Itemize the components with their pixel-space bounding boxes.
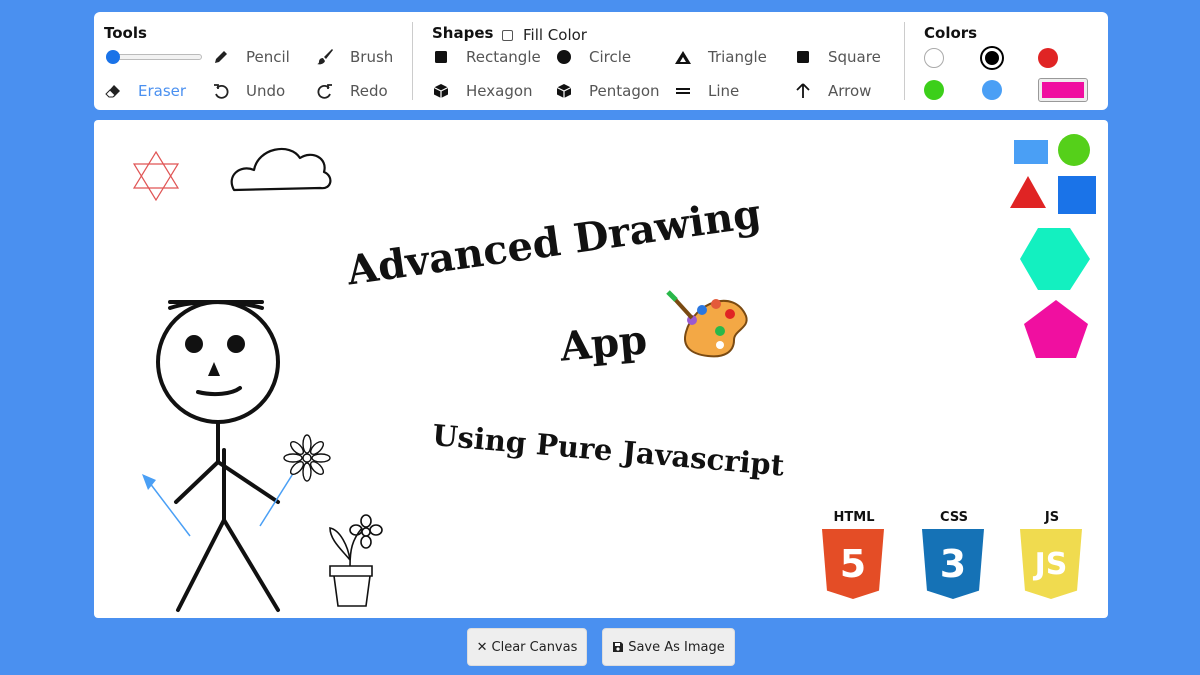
- undo-icon: [212, 82, 230, 100]
- drawing-canvas[interactable]: Advanced Drawing App Using Pure Javascri…: [94, 120, 1108, 618]
- tool-label: Brush: [350, 48, 394, 66]
- arrow-up-icon: [794, 82, 812, 100]
- badge-label: HTML: [833, 510, 875, 525]
- hexagon-icon: [432, 82, 450, 100]
- shape-triangle[interactable]: Triangle: [674, 48, 767, 66]
- shape-label: Arrow: [828, 82, 872, 100]
- tools-title: Tools: [104, 24, 147, 42]
- tool-label: Pencil: [246, 48, 290, 66]
- fill-color-toggle[interactable]: Fill Color: [502, 26, 587, 44]
- js-badge: JS JS: [1020, 510, 1084, 599]
- save-image-button[interactable]: Save As Image: [602, 628, 735, 666]
- shape-label: Pentagon: [589, 82, 660, 100]
- shape-circle[interactable]: Circle: [555, 48, 631, 66]
- divider: [412, 22, 413, 100]
- rectangle-icon: [432, 48, 450, 66]
- shape-line[interactable]: Line: [674, 82, 739, 100]
- shape-label: Hexagon: [466, 82, 533, 100]
- html5-logo-icon: 5: [822, 529, 884, 599]
- tool-label: Eraser: [138, 82, 187, 100]
- circle-icon: [555, 48, 573, 66]
- star-doodle: [132, 150, 180, 202]
- slider-track: [106, 54, 202, 60]
- css3-badge: CSS 3: [922, 510, 986, 599]
- cloud-doodle: [230, 148, 332, 192]
- slider-knob[interactable]: [106, 50, 120, 64]
- custom-color-fill: [1042, 82, 1084, 98]
- shape-label: Triangle: [708, 48, 767, 66]
- shape-label: Square: [828, 48, 881, 66]
- green-circle-shape: [1058, 134, 1090, 166]
- stick-figure: [156, 300, 280, 612]
- shape-rectangle[interactable]: Rectangle: [432, 48, 541, 66]
- color-swatch-black[interactable]: [982, 48, 1002, 68]
- shape-square[interactable]: Square: [794, 48, 881, 66]
- color-swatch-red[interactable]: [1038, 48, 1058, 68]
- canvas-title-line2: App: [558, 316, 649, 371]
- brush-icon: [316, 48, 334, 66]
- js-logo-icon: JS: [1020, 529, 1082, 599]
- shape-label: Circle: [589, 48, 632, 66]
- html5-badge: HTML 5: [822, 510, 886, 599]
- eraser-icon: [104, 82, 122, 100]
- shape-arrow[interactable]: Arrow: [794, 82, 871, 100]
- tool-brush[interactable]: Brush: [316, 48, 393, 66]
- shapes-title: Shapes: [432, 24, 494, 42]
- redo-icon: [316, 82, 334, 100]
- badge-label: JS: [1044, 510, 1060, 525]
- tool-redo[interactable]: Redo: [316, 82, 388, 100]
- fill-color-checkbox[interactable]: [502, 29, 513, 41]
- line-icon: [674, 82, 692, 100]
- palette-icon: [666, 290, 748, 358]
- custom-color-picker[interactable]: [1038, 78, 1088, 102]
- color-swatch-green[interactable]: [924, 80, 944, 100]
- divider: [904, 22, 905, 100]
- pentagon-icon: [555, 82, 573, 100]
- shape-hexagon[interactable]: Hexagon: [432, 82, 533, 100]
- blue-rectangle-shape: [1014, 140, 1048, 164]
- tool-eraser[interactable]: Eraser: [104, 82, 186, 100]
- square-icon: [794, 48, 812, 66]
- tool-label: Undo: [246, 82, 286, 100]
- flower-pot-doodle: [329, 514, 383, 607]
- red-triangle-shape: [1010, 176, 1046, 208]
- close-icon: ✕: [476, 639, 488, 655]
- floppy-disk-icon: [612, 641, 624, 653]
- save-image-label: Save As Image: [628, 639, 725, 655]
- colors-title: Colors: [924, 24, 978, 42]
- shape-pentagon[interactable]: Pentagon: [555, 82, 660, 100]
- flower-doodle: [283, 434, 331, 482]
- blue-square-shape: [1058, 176, 1096, 214]
- shape-label: Line: [708, 82, 740, 100]
- color-swatch-blue[interactable]: [982, 80, 1002, 100]
- css3-logo-icon: 3: [922, 529, 984, 599]
- teal-hexagon-shape: [1020, 228, 1090, 290]
- tool-undo[interactable]: Undo: [212, 82, 285, 100]
- clear-canvas-label: Clear Canvas: [491, 639, 578, 655]
- badge-label: CSS: [940, 510, 968, 525]
- pink-pentagon-shape: [1024, 300, 1088, 358]
- tool-pencil[interactable]: Pencil: [212, 48, 290, 66]
- brush-size-slider[interactable]: [106, 50, 202, 64]
- tool-label: Redo: [350, 82, 388, 100]
- shape-label: Rectangle: [466, 48, 541, 66]
- toolbar: Tools Pencil Brush Eraser Undo Redo Shap…: [94, 12, 1108, 110]
- clear-canvas-button[interactable]: ✕ Clear Canvas: [467, 628, 587, 666]
- triangle-icon: [674, 48, 692, 66]
- color-swatch-white[interactable]: [924, 48, 944, 68]
- fill-color-label: Fill Color: [523, 26, 587, 44]
- pencil-icon: [212, 48, 230, 66]
